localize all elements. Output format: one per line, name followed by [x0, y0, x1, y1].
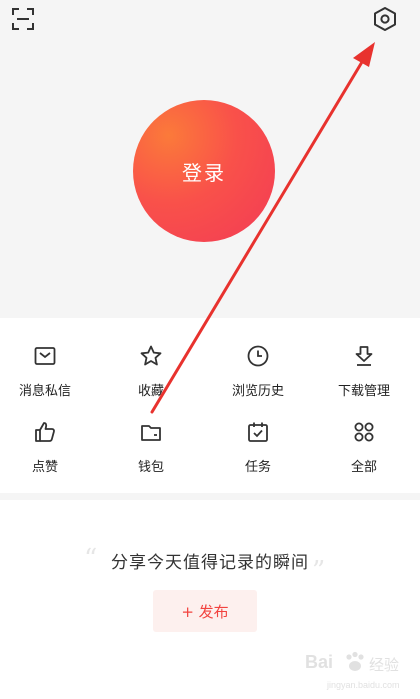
login-label: 登录 — [182, 160, 226, 185]
scan-button[interactable] — [10, 6, 36, 32]
grid-circles-icon — [350, 418, 378, 446]
menu-item-likes[interactable]: 点赞 — [0, 418, 90, 488]
menu-item-history[interactable]: 浏览历史 — [213, 342, 303, 412]
calendar-check-icon — [244, 418, 272, 446]
settings-button[interactable] — [370, 4, 400, 34]
scan-icon — [12, 8, 34, 30]
paw-icon — [346, 651, 364, 671]
menu-item-downloads[interactable]: 下载管理 — [319, 342, 409, 412]
publish-button[interactable]: + 发布 — [153, 590, 257, 632]
thumbs-up-icon — [31, 418, 59, 446]
publish-label: + 发布 — [181, 602, 229, 621]
menu-item-tasks[interactable]: 任务 — [213, 418, 303, 488]
menu-item-label: 消息私信 — [18, 384, 71, 399]
menu-item-label: 点赞 — [31, 460, 58, 475]
download-icon — [350, 342, 378, 370]
baidu-jingyan-watermark: Bai 经验 jingyan.baidu.com — [305, 650, 415, 694]
menu-item-label: 钱包 — [137, 460, 164, 475]
wallet-icon — [137, 418, 165, 446]
close-quote-mark: ” — [312, 556, 326, 586]
menu-item-label: 任务 — [244, 460, 271, 475]
settings-hexagon-icon — [374, 7, 396, 31]
watermark-brand: Bai — [305, 652, 334, 672]
star-icon — [137, 342, 165, 370]
menu-item-label: 下载管理 — [337, 384, 390, 399]
watermark-url: jingyan.baidu.com — [327, 680, 400, 690]
menu-item-wallet[interactable]: 钱包 — [106, 418, 196, 488]
menu-item-label: 全部 — [350, 460, 377, 475]
login-button[interactable]: 登录 — [133, 100, 275, 242]
menu-item-all[interactable]: 全部 — [319, 418, 409, 488]
share-prompt-text: 分享今天值得记录的瞬间 — [111, 553, 309, 573]
menu-item-label: 收藏 — [137, 384, 164, 399]
menu-item-messages[interactable]: 消息私信 — [0, 342, 90, 412]
menu-item-favorites[interactable]: 收藏 — [106, 342, 196, 412]
watermark-text: 经验 — [369, 656, 400, 674]
clock-icon — [244, 342, 272, 370]
message-envelope-icon — [31, 342, 59, 370]
menu-item-label: 浏览历史 — [231, 384, 284, 399]
